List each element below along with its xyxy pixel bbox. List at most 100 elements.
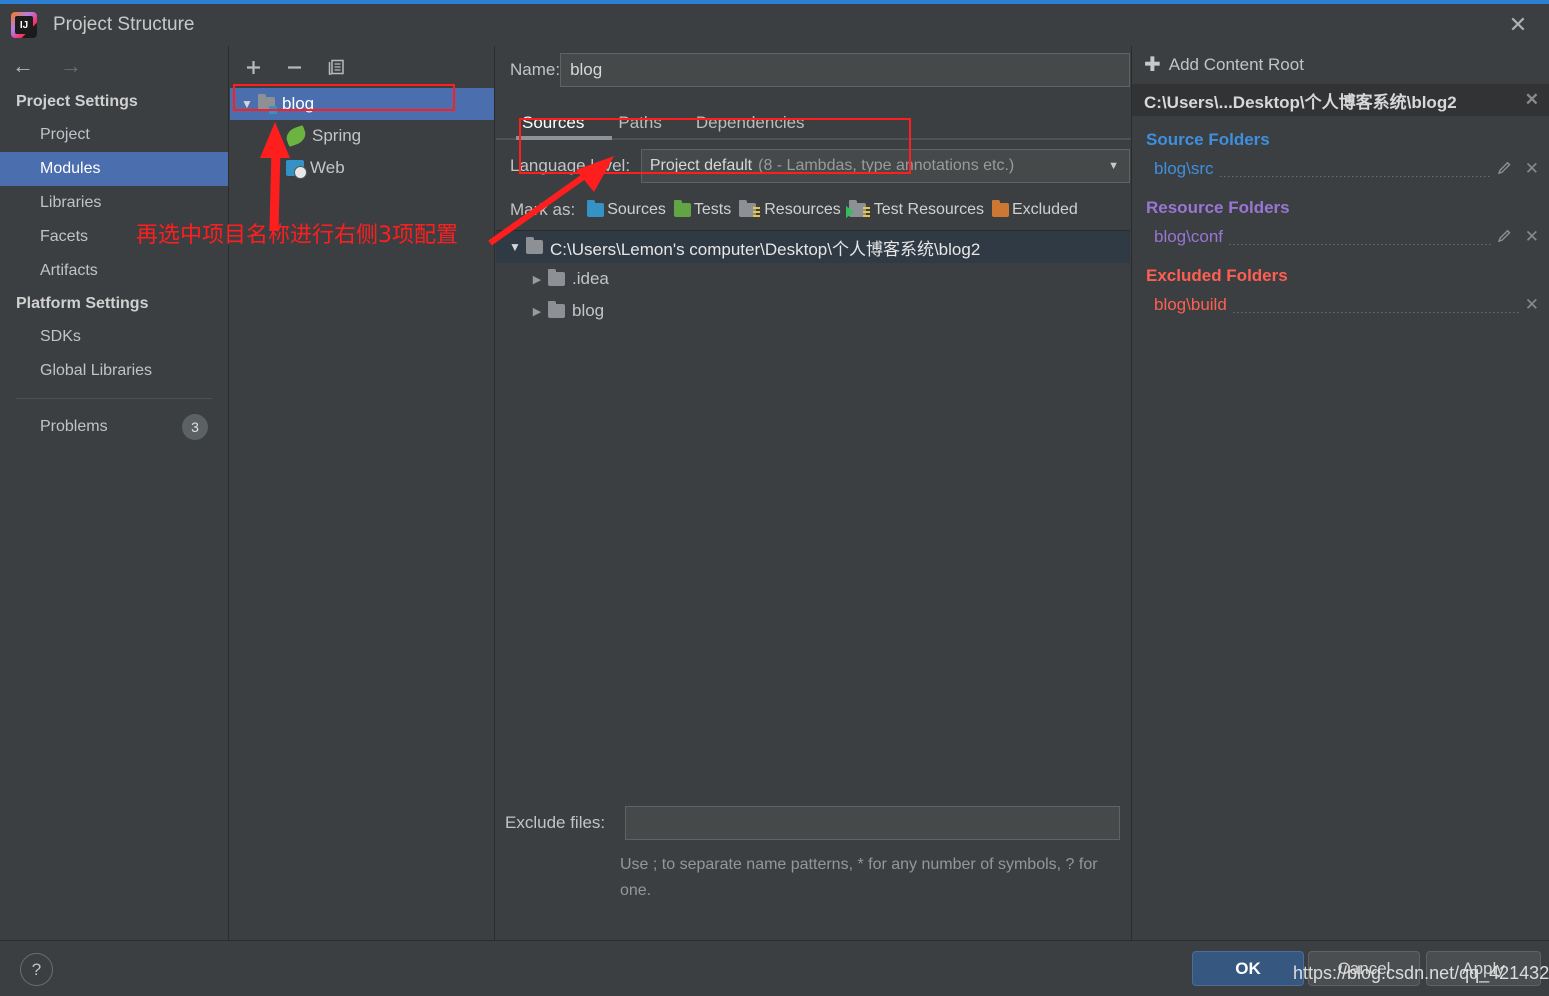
ok-button[interactable]: OK xyxy=(1192,951,1304,986)
module-tree-label: blog xyxy=(282,94,314,114)
mark-as-label-text: Resources xyxy=(764,201,840,219)
excluded-folders-title: Excluded Folders xyxy=(1146,266,1549,286)
window-title: Project Structure xyxy=(53,14,195,36)
sidebar-item-label: Facets xyxy=(40,228,88,246)
sidebar-item-problems[interactable]: Problems 3 xyxy=(0,407,228,447)
sidebar-item-label: Problems xyxy=(40,418,108,436)
content-root-path: C:\Users\...Desktop\个人博客系统\blog2 xyxy=(1144,88,1457,113)
module-tree-item-web[interactable]: Web xyxy=(230,152,494,184)
sidebar-item-facets[interactable]: Facets xyxy=(0,220,228,254)
exclude-files-row: Exclude files: xyxy=(496,806,1130,840)
expand-triangle-icon[interactable]: ▼ xyxy=(236,97,258,111)
edit-pencil-icon[interactable] xyxy=(1497,160,1513,179)
help-button[interactable]: ? xyxy=(20,953,53,986)
exclude-files-input[interactable] xyxy=(625,806,1120,840)
file-tree-row-idea[interactable]: ▶ .idea xyxy=(496,263,1130,295)
sidebar-item-label: Project xyxy=(40,126,90,144)
module-folder-icon xyxy=(258,97,275,111)
close-icon[interactable]: ✕ xyxy=(1503,10,1533,40)
remove-resource-folder-icon[interactable]: ✕ xyxy=(1525,227,1539,247)
exclude-files-label: Exclude files: xyxy=(505,813,625,833)
modules-tree-panel: ▼ blog Spring Web xyxy=(230,46,495,940)
chevron-down-icon[interactable]: ▼ xyxy=(1108,160,1119,172)
cancel-button[interactable]: Cancel xyxy=(1308,951,1420,986)
language-level-select[interactable]: Project default (8 - Lambdas, type annot… xyxy=(641,149,1130,183)
mark-as-tests-button[interactable]: Tests xyxy=(674,201,731,219)
add-module-icon[interactable] xyxy=(244,58,263,77)
remove-source-folder-icon[interactable]: ✕ xyxy=(1525,159,1539,179)
resource-folder-path: blog\conf xyxy=(1154,227,1223,247)
sources-folder-icon xyxy=(587,203,604,217)
sidebar-item-label: Modules xyxy=(40,160,100,178)
name-row: Name: xyxy=(496,46,1130,94)
remove-module-icon[interactable] xyxy=(285,58,304,77)
problems-count-badge: 3 xyxy=(182,414,208,440)
tab-active-indicator xyxy=(516,136,612,140)
intellij-idea-logo-icon xyxy=(11,12,37,38)
excluded-folder-path: blog\build xyxy=(1154,295,1227,315)
sidebar-item-sdks[interactable]: SDKs xyxy=(0,320,228,354)
apply-button[interactable]: Apply xyxy=(1426,951,1541,986)
sidebar-item-modules[interactable]: Modules xyxy=(0,152,228,186)
exclude-files-hint: Use ; to separate name patterns, * for a… xyxy=(620,852,1100,904)
dotted-filler xyxy=(1220,176,1491,177)
file-tree-row-blog[interactable]: ▶ blog xyxy=(496,295,1130,327)
remove-content-root-icon[interactable]: ✕ xyxy=(1525,90,1539,110)
content-file-tree: ▼ C:\Users\Lemon's computer\Desktop\个人博客… xyxy=(496,230,1130,790)
copy-module-icon[interactable] xyxy=(326,57,346,77)
resources-folder-icon xyxy=(739,203,756,217)
expand-triangle-icon[interactable]: ▼ xyxy=(504,240,526,254)
module-tree-item-blog[interactable]: ▼ blog xyxy=(230,88,494,120)
mark-as-test-resources-button[interactable]: Test Resources xyxy=(849,201,984,219)
source-folder-path: blog\src xyxy=(1154,159,1214,179)
plus-icon: ✚ xyxy=(1144,55,1161,75)
resource-folders-title: Resource Folders xyxy=(1146,198,1549,218)
dotted-filler xyxy=(1229,244,1491,245)
tab-dependencies[interactable]: Dependencies xyxy=(696,113,805,140)
collapse-triangle-icon[interactable]: ▶ xyxy=(526,273,548,286)
remove-excluded-folder-icon[interactable]: ✕ xyxy=(1525,295,1539,315)
settings-sidebar: ← → Project Settings Project Modules Lib… xyxy=(0,46,229,940)
mark-as-label-text: Test Resources xyxy=(874,201,984,219)
sidebar-item-artifacts[interactable]: Artifacts xyxy=(0,254,228,288)
language-level-detail: (8 - Lambdas, type annotations etc.) xyxy=(758,157,1014,175)
mark-as-row: Mark as: Sources Tests Resources Test R xyxy=(496,192,1130,228)
sidebar-item-label: Artifacts xyxy=(40,262,98,280)
module-tree-item-spring[interactable]: Spring xyxy=(230,120,494,152)
language-level-label: Language level: xyxy=(510,156,641,176)
language-level-row: Language level: Project default (8 - Lam… xyxy=(496,140,1130,192)
dialog-button-bar: ? OK Cancel Apply xyxy=(0,940,1549,996)
forward-arrow-icon[interactable]: → xyxy=(60,55,82,77)
folder-icon xyxy=(526,240,543,254)
tests-folder-icon xyxy=(674,203,691,217)
file-tree-row-content-root[interactable]: ▼ C:\Users\Lemon's computer\Desktop\个人博客… xyxy=(496,231,1130,263)
test-resources-folder-icon xyxy=(849,203,866,217)
sidebar-item-global-libraries[interactable]: Global Libraries xyxy=(0,354,228,388)
sidebar-item-project[interactable]: Project xyxy=(0,118,228,152)
excluded-folder-row[interactable]: blog\build ✕ xyxy=(1132,290,1549,320)
mark-as-label: Mark as: xyxy=(510,200,575,220)
mark-as-excluded-button[interactable]: Excluded xyxy=(992,201,1078,219)
mark-as-label-text: Tests xyxy=(694,201,731,219)
module-tree-label: Web xyxy=(310,158,345,178)
folder-icon xyxy=(548,272,565,286)
add-content-root-button[interactable]: ✚ Add Content Root xyxy=(1132,46,1549,84)
title-bar: Project Structure xyxy=(0,4,1549,46)
module-name-input[interactable] xyxy=(560,53,1130,87)
sidebar-group-platform-settings: Platform Settings xyxy=(0,288,228,320)
sidebar-item-label: Global Libraries xyxy=(40,362,152,380)
sidebar-group-project-settings: Project Settings xyxy=(0,86,228,118)
name-label: Name: xyxy=(510,60,560,80)
excluded-folder-icon xyxy=(992,203,1009,217)
mark-as-sources-button[interactable]: Sources xyxy=(587,201,666,219)
source-folder-row[interactable]: blog\src ✕ xyxy=(1132,154,1549,184)
mark-as-resources-button[interactable]: Resources xyxy=(739,201,840,219)
resource-folder-row[interactable]: blog\conf ✕ xyxy=(1132,222,1549,252)
collapse-triangle-icon[interactable]: ▶ xyxy=(526,305,548,318)
edit-pencil-icon[interactable] xyxy=(1497,228,1513,247)
back-arrow-icon[interactable]: ← xyxy=(12,55,34,77)
navigation-row: ← → xyxy=(0,46,228,86)
folder-icon xyxy=(548,304,565,318)
tab-paths[interactable]: Paths xyxy=(618,113,661,140)
sidebar-item-libraries[interactable]: Libraries xyxy=(0,186,228,220)
